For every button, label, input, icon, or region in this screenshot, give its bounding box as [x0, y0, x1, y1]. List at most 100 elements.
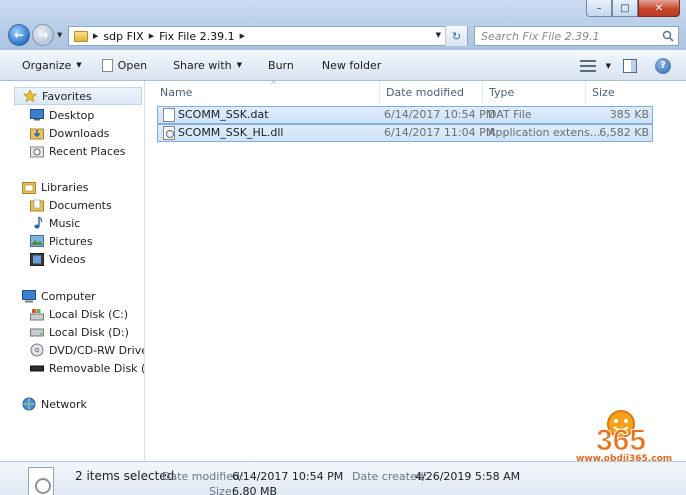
breadcrumb-item[interactable]: Fix File 2.39.1 [159, 30, 234, 43]
nav-libraries[interactable]: Libraries [22, 178, 89, 196]
share-with-label: Share with [173, 58, 232, 72]
preview-pane-icon[interactable] [623, 58, 637, 73]
date-modified-value: 6/14/2017 10:54 PM [232, 470, 344, 483]
file-type: Application extens... [488, 126, 601, 139]
nav-label: Documents [49, 198, 112, 212]
maximize-button[interactable]: □ [612, 0, 638, 17]
size-value: 6.80 MB [232, 485, 278, 495]
nav-label: Computer [41, 289, 96, 303]
star-icon [23, 89, 37, 103]
help-icon[interactable]: ? [655, 57, 671, 74]
column-label: Type [489, 85, 515, 99]
nav-item-videos[interactable]: Videos [30, 250, 86, 268]
nav-item-recent-places[interactable]: Recent Places [30, 142, 126, 160]
nav-label: Videos [49, 252, 86, 266]
recent-pages-dropdown[interactable]: ▼ [57, 31, 62, 39]
downloads-folder-icon [30, 126, 44, 140]
breadcrumb-item[interactable]: sdp FIX [103, 30, 143, 43]
selection-thumbnail-icon [28, 467, 54, 495]
folder-icon [74, 30, 88, 42]
removable-drive-icon [30, 361, 44, 375]
date-created-value: 4/26/2019 5:58 AM [415, 470, 521, 483]
burn-label: Burn [268, 58, 294, 72]
nav-computer[interactable]: Computer [22, 287, 96, 305]
close-button[interactable]: ✕ [638, 0, 680, 17]
nav-label: Libraries [41, 180, 89, 194]
column-label: Size [592, 85, 615, 99]
nav-item-local-disk-c[interactable]: Local Disk (C:) [30, 305, 128, 323]
chevron-down-icon[interactable]: ▼ [606, 62, 611, 70]
nav-label: Removable Disk (F:) [49, 361, 145, 375]
nav-item-local-disk-d[interactable]: Local Disk (D:) [30, 323, 129, 341]
computer-icon [22, 289, 36, 303]
search-input[interactable]: Search Fix File 2.39.1 [474, 26, 679, 46]
nav-item-pictures[interactable]: Pictures [30, 232, 93, 250]
nav-favorites[interactable]: Favorites [14, 87, 142, 105]
organize-button[interactable]: Organize ▼ [14, 54, 90, 76]
search-icon[interactable] [658, 30, 678, 42]
chevron-right-icon[interactable]: ▶ [240, 32, 245, 40]
desktop-icon [30, 108, 44, 122]
column-header-row: Name ^ Date modified Type Size [146, 80, 686, 103]
nav-label: Music [49, 216, 81, 230]
file-date: 6/14/2017 10:54 PM [384, 108, 496, 121]
new-folder-button[interactable]: New folder [314, 54, 389, 76]
nav-item-downloads[interactable]: Downloads [30, 124, 109, 142]
nav-item-music[interactable]: Music [30, 214, 80, 232]
nav-buttons: ← → ▼ [8, 24, 62, 46]
file-icon [101, 58, 113, 72]
network-icon [22, 397, 36, 411]
chevron-right-icon[interactable]: ▶ [149, 32, 154, 40]
nav-item-documents[interactable]: Documents [30, 196, 112, 214]
file-size: 385 KB [609, 108, 649, 121]
selection-count: 2 items selected [75, 469, 175, 483]
nav-label: Downloads [49, 126, 110, 140]
watermark-logo: 365 [595, 410, 647, 454]
hard-drive-icon [30, 325, 44, 339]
column-size[interactable]: Size [586, 81, 654, 103]
organize-label: Organize [22, 58, 72, 72]
watermark-text: 365 [596, 424, 646, 454]
dll-file-icon [163, 126, 175, 140]
nav-label: Local Disk (C:) [49, 307, 129, 321]
chevron-right-icon[interactable]: ▶ [93, 32, 98, 40]
file-row[interactable]: SCOMM_SSK_HL.dll 6/14/2017 11:04 PM Appl… [157, 124, 653, 142]
open-button[interactable]: Open [94, 54, 155, 76]
videos-icon [30, 252, 44, 266]
nav-item-removable-disk[interactable]: Removable Disk (F:) [30, 359, 145, 377]
details-pane: 2 items selected Date modified: 6/14/201… [0, 461, 686, 495]
view-options-icon[interactable] [579, 59, 596, 72]
refresh-button[interactable]: ↻ [445, 26, 467, 46]
file-icon [163, 108, 175, 122]
minimize-button[interactable]: – [586, 0, 612, 17]
column-label: Date modified [386, 85, 464, 99]
system-drive-icon [30, 307, 44, 321]
share-with-button[interactable]: Share with ▼ [165, 54, 250, 76]
address-bar[interactable]: ▶ sdp FIX ▶ Fix File 2.39.1 ▶ ▼ ↻ [68, 26, 468, 46]
music-icon [30, 216, 44, 230]
column-name[interactable]: Name ^ [154, 80, 380, 103]
nav-network[interactable]: Network [22, 395, 87, 413]
chevron-down-icon: ▼ [76, 61, 82, 69]
chevron-down-icon[interactable]: ▼ [436, 31, 441, 39]
column-label: Name [160, 85, 193, 99]
file-row[interactable]: SCOMM_SSK.dat 6/14/2017 10:54 PM DAT Fil… [157, 106, 653, 124]
nav-label: Recent Places [49, 144, 126, 158]
open-label: Open [117, 58, 148, 72]
documents-icon [30, 198, 44, 212]
sort-up-icon: ^ [270, 80, 277, 89]
nav-item-desktop[interactable]: Desktop [30, 106, 94, 124]
toolbar-right: ▼ ? [579, 50, 686, 81]
column-type[interactable]: Type [483, 81, 586, 103]
nav-label: Pictures [49, 234, 93, 248]
burn-button[interactable]: Burn [260, 54, 302, 76]
forward-button[interactable]: → [32, 24, 54, 46]
chevron-down-icon: ▼ [236, 61, 243, 69]
file-list: Name ^ Date modified Type Size SCOMM_SSK… [146, 80, 686, 461]
libraries-icon [22, 180, 36, 194]
nav-item-dvd-drive[interactable]: DVD/CD-RW Drive (I [30, 341, 144, 359]
column-date-modified[interactable]: Date modified [380, 81, 483, 103]
nav-label: DVD/CD-RW Drive (I [49, 343, 144, 357]
back-button[interactable]: ← [8, 24, 30, 46]
nav-label: Network [41, 397, 87, 411]
